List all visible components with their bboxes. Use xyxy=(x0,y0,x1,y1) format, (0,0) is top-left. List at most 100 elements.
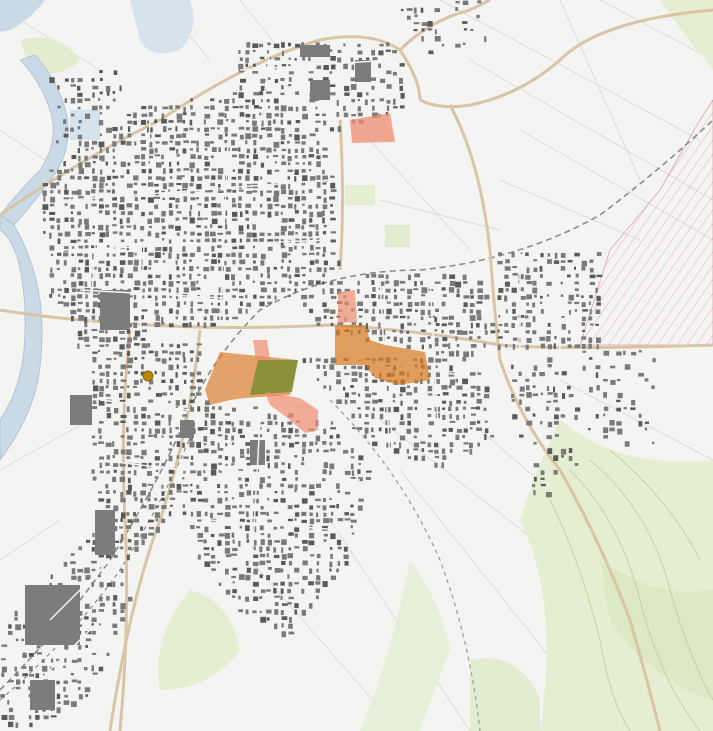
building xyxy=(210,505,215,509)
building xyxy=(42,204,49,210)
building xyxy=(133,287,140,291)
building xyxy=(252,126,259,132)
building xyxy=(231,442,235,445)
building xyxy=(224,99,230,104)
building xyxy=(119,330,125,334)
building xyxy=(211,175,216,180)
building xyxy=(49,217,55,221)
building xyxy=(616,351,622,356)
building xyxy=(386,385,389,391)
building xyxy=(91,232,95,235)
building xyxy=(315,280,321,285)
building xyxy=(203,253,209,256)
building xyxy=(351,427,357,430)
building xyxy=(574,414,578,421)
building xyxy=(232,567,238,571)
building xyxy=(56,680,60,685)
building xyxy=(525,330,530,334)
building xyxy=(329,267,335,270)
building xyxy=(245,57,249,63)
central-small-plot[interactable] xyxy=(338,290,357,323)
building xyxy=(161,119,167,124)
building xyxy=(581,336,587,340)
building xyxy=(385,280,390,284)
building xyxy=(280,105,287,112)
building xyxy=(588,343,592,349)
building xyxy=(154,497,158,501)
building xyxy=(162,126,167,132)
building xyxy=(393,302,400,306)
building xyxy=(288,260,292,263)
building xyxy=(288,623,293,629)
building xyxy=(414,281,417,287)
building xyxy=(63,252,69,257)
building xyxy=(623,350,626,355)
building xyxy=(140,490,146,496)
building xyxy=(141,539,145,546)
building xyxy=(225,443,228,447)
building xyxy=(176,441,180,447)
building xyxy=(155,302,159,307)
building xyxy=(140,456,144,459)
building xyxy=(413,7,417,14)
building xyxy=(449,413,452,419)
building xyxy=(470,344,477,348)
building xyxy=(295,190,298,195)
building xyxy=(56,218,61,223)
building xyxy=(161,518,166,523)
building xyxy=(582,309,588,312)
building xyxy=(357,112,363,117)
building xyxy=(651,385,655,389)
building xyxy=(407,274,411,281)
building xyxy=(329,435,334,439)
building xyxy=(147,231,152,237)
building xyxy=(162,183,167,190)
building xyxy=(204,406,210,413)
building xyxy=(175,400,180,406)
building xyxy=(133,182,138,186)
building xyxy=(204,231,210,237)
building xyxy=(323,246,326,253)
building xyxy=(427,413,432,418)
building xyxy=(266,617,270,621)
building xyxy=(196,280,199,284)
building xyxy=(203,463,207,467)
building xyxy=(274,78,279,83)
circle-marker[interactable] xyxy=(142,370,154,382)
building xyxy=(98,596,103,602)
building xyxy=(15,686,21,690)
building xyxy=(176,134,182,138)
building xyxy=(540,343,545,349)
building xyxy=(288,463,291,469)
building xyxy=(652,358,656,363)
building xyxy=(421,455,426,461)
building xyxy=(337,490,341,494)
building xyxy=(533,490,536,496)
building xyxy=(63,197,70,200)
building xyxy=(274,161,277,164)
building xyxy=(113,134,117,139)
central-green-plot[interactable] xyxy=(250,360,298,395)
building xyxy=(190,154,196,159)
building xyxy=(596,274,603,278)
map-canvas[interactable] xyxy=(0,0,713,731)
building xyxy=(245,267,252,271)
building xyxy=(288,225,291,229)
building xyxy=(196,379,203,383)
building xyxy=(553,455,559,461)
building xyxy=(245,99,251,103)
building xyxy=(652,441,655,445)
building xyxy=(484,294,490,300)
building xyxy=(57,288,63,291)
building xyxy=(386,336,391,339)
building xyxy=(287,196,293,200)
building xyxy=(169,441,172,445)
building xyxy=(351,392,357,395)
building xyxy=(239,280,242,285)
building xyxy=(301,190,305,194)
building xyxy=(511,394,514,398)
building xyxy=(112,210,116,214)
city-map[interactable] xyxy=(0,0,713,731)
building xyxy=(140,140,146,144)
building xyxy=(176,113,183,120)
